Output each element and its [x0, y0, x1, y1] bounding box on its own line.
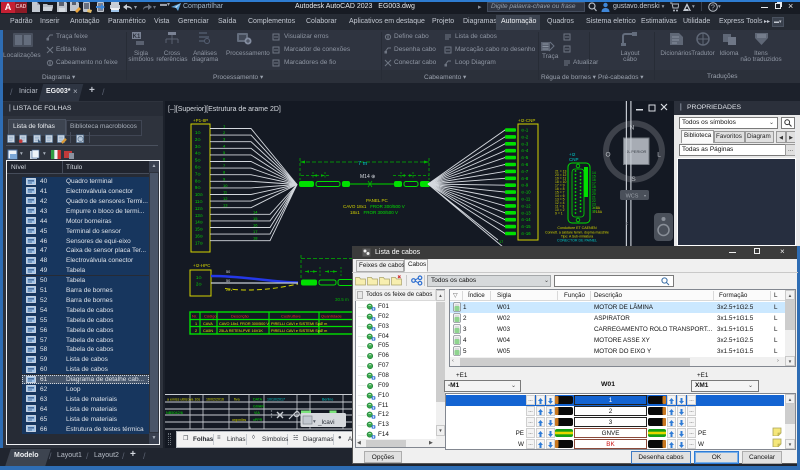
svg-text:2: 2	[195, 329, 197, 333]
svg-text:CA5N: CA5N	[203, 329, 213, 333]
svg-text:▾: ▾	[644, 193, 646, 198]
svg-text:L: L	[657, 152, 661, 159]
svg-text:14: 14	[253, 209, 258, 214]
svg-text:2⊙: 2⊙	[196, 282, 202, 287]
svg-text:2⊙: 2⊙	[195, 137, 201, 142]
svg-text:+I2-HPC: +I2-HPC	[193, 263, 211, 268]
svg-text:DATA: DATA	[253, 398, 263, 402]
svg-text:VIA: VIA	[254, 411, 260, 415]
svg-text:11⊙: 11⊙	[195, 199, 203, 204]
svg-text:5⊙: 5⊙	[195, 158, 201, 163]
svg-text:9⊙: 9⊙	[195, 185, 201, 190]
svg-text:▾: ▾	[313, 419, 316, 425]
svg-text:= 15A: = 15A	[593, 210, 603, 214]
svg-text:18x1 FROR 300/500 V: 18x1 FROR 300/500 V	[350, 210, 398, 215]
svg-text:25LA RETEN-PVE 16V1K: 25LA RETEN-PVE 16V1K	[219, 329, 263, 333]
svg-text:⊙-12: ⊙-12	[521, 203, 531, 208]
svg-text:50: 50	[226, 270, 230, 274]
svg-text:+I2-CNP: +I2-CNP	[518, 118, 535, 123]
svg-text:CNP: CNP	[569, 157, 579, 162]
svg-text:O: O	[605, 152, 610, 159]
svg-text:CAVO 18x1 FROR 300/500 V: CAVO 18x1 FROR 300/500 V	[219, 322, 269, 326]
svg-text:Nr.: Nr.	[192, 314, 197, 319]
svg-text:PIRELLI CAVI e SISTEMI SpA: PIRELLI CAVI e SISTEMI SpA	[271, 329, 323, 333]
svg-text:CAVO 18x1 FROR 300/500 V: CAVO 18x1 FROR 300/500 V	[343, 204, 405, 209]
svg-text:_lcavi: _lcavi	[317, 419, 335, 426]
svg-text:fiva: fiva	[234, 398, 240, 402]
svg-text:K1: K1	[133, 34, 141, 40]
svg-text:17: 17	[253, 229, 258, 234]
svg-text:13⊙: 13⊙	[195, 213, 203, 218]
svg-text:Quantidade: Quantidade	[321, 314, 342, 319]
svg-text:16⊙: 16⊙	[195, 234, 203, 239]
svg-text:1: 1	[195, 322, 197, 326]
svg-text:⊙-9: ⊙-9	[521, 183, 529, 188]
svg-text:⊙-11: ⊙-11	[521, 197, 531, 202]
svg-text:28V: 28V	[226, 288, 233, 292]
svg-text:6⊙: 6⊙	[195, 165, 201, 170]
svg-text:1⊙: 1⊙	[195, 130, 201, 135]
svg-text:PANEL PC: PANEL PC	[366, 198, 389, 203]
svg-text:⊙-6: ⊙-6	[521, 162, 529, 167]
svg-text:S: S	[631, 176, 636, 183]
svg-text:14⊙: 14⊙	[195, 220, 203, 225]
svg-text:WCS: WCS	[626, 194, 639, 200]
svg-text:M14 ⊕: M14 ⊕	[360, 174, 375, 180]
svg-text:10⊙: 10⊙	[195, 192, 203, 197]
svg-text:9 = 1: 9 = 1	[555, 212, 563, 216]
svg-text:⊙-4: ⊙-4	[521, 148, 529, 153]
svg-text:17⊙: 17⊙	[195, 240, 203, 245]
svg-text:3⊙: 3⊙	[195, 144, 201, 149]
svg-text:7 m: 7 m	[321, 322, 327, 326]
svg-text:?: ?	[711, 4, 715, 11]
svg-text:30.5 m: 30.5 m	[335, 297, 349, 302]
svg-text:⊙-15: ⊙-15	[521, 224, 531, 229]
svg-text:50: 50	[226, 279, 230, 283]
svg-text:8⊙: 8⊙	[195, 178, 201, 183]
svg-text:7⊙: 7⊙	[195, 171, 201, 176]
svg-text:Custruttore: Custruttore	[281, 314, 302, 319]
svg-text:12: 12	[223, 196, 228, 201]
svg-text:10/10/2017: 10/10/2017	[267, 398, 285, 402]
svg-text:NB5042/6: NB5042/6	[166, 411, 183, 415]
svg-text:xPPR: xPPR	[253, 418, 263, 422]
svg-text:16: 16	[253, 223, 258, 228]
svg-text:⊙-16: ⊙-16	[521, 231, 531, 236]
svg-text:⊙-10: ⊙-10	[521, 190, 531, 195]
svg-text:+P1-8P: +P1-8P	[193, 118, 208, 123]
svg-text:⊙-3: ⊙-3	[521, 141, 529, 146]
svg-text:Descrição: Descrição	[231, 314, 250, 319]
svg-text:Berlino: Berlino	[322, 398, 333, 402]
svg-text:12⊙: 12⊙	[195, 206, 203, 211]
svg-text:15: 15	[253, 216, 258, 221]
svg-text:CAVA: CAVA	[203, 322, 213, 326]
svg-text:17: 17	[499, 240, 503, 244]
svg-text:⊙-7: ⊙-7	[521, 169, 529, 174]
svg-text:[–][Superior][Estrutura de ara: [–][Superior][Estrutura de arame 2D]	[168, 106, 281, 113]
svg-text:Código: Código	[204, 314, 217, 319]
svg-text:4⊙: 4⊙	[195, 151, 201, 156]
svg-text:Conduttore ET CAENEN: Conduttore ET CAENEN	[557, 226, 597, 230]
svg-text:15⊙: 15⊙	[195, 227, 203, 232]
svg-text:⊙-14: ⊙-14	[521, 217, 531, 222]
svg-text:⊙-1: ⊙-1	[521, 128, 529, 133]
svg-text:10: 10	[223, 183, 228, 188]
svg-text:⊙-5: ⊙-5	[521, 155, 529, 160]
svg-text:GIVAN: GIVAN	[253, 405, 264, 409]
svg-text:a emiss utilizova 10s: a emiss utilizova 10s	[167, 398, 200, 402]
svg-text:7 m: 7 m	[358, 161, 368, 167]
svg-text:1⊙: 1⊙	[196, 275, 202, 280]
svg-text:PIRELLI CAVI e SISTEMI SpA: PIRELLI CAVI e SISTEMI SpA	[271, 322, 323, 326]
svg-text:13: 13	[223, 203, 228, 208]
svg-text:SUPERIOR: SUPERIOR	[626, 149, 647, 154]
svg-text:16/02/2016: 16/02/2016	[206, 398, 224, 402]
svg-text:orgxnilxs: orgxnilxs	[232, 418, 246, 422]
svg-text:CONECTOR DE PAINEL: CONECTOR DE PAINEL	[557, 239, 597, 243]
svg-text:⊙-13: ⊙-13	[521, 210, 531, 215]
svg-text:⊙-2: ⊙-2	[521, 134, 529, 139]
svg-text:7 m: 7 m	[321, 329, 327, 333]
svg-text:18: 18	[253, 236, 258, 241]
svg-text:⊙-8: ⊙-8	[521, 176, 529, 181]
